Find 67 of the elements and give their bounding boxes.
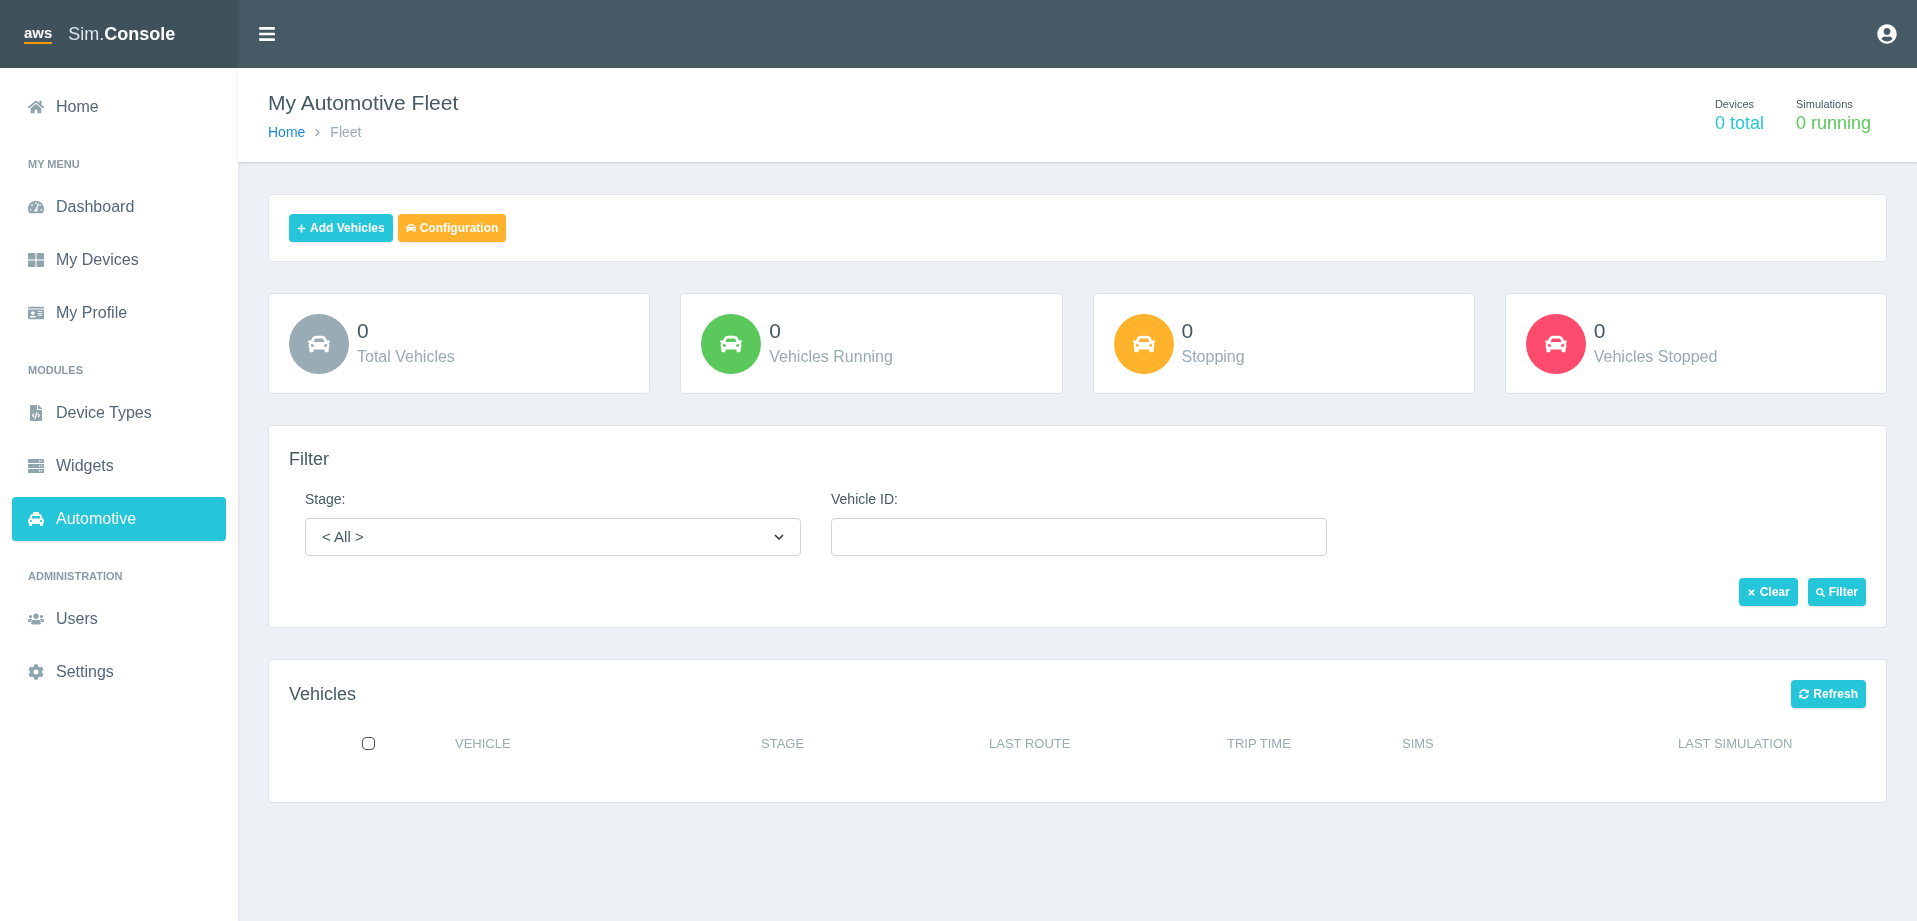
sidebar-item[interactable]: Widgets	[12, 443, 226, 488]
sidebar-item-label: My Profile	[56, 302, 128, 323]
stat-count: 0	[1181, 318, 1195, 345]
stat-label: Vehicles Running	[769, 346, 893, 367]
filter-title: Filter	[289, 448, 330, 471]
sidebar-item[interactable]: Users	[12, 596, 226, 641]
stack-icon	[28, 457, 44, 474]
sidebar-item-label: Users	[56, 608, 98, 629]
stat-label: Simulations	[1795, 96, 1854, 112]
column-header: VEHICLE	[455, 735, 511, 753]
aws-logo: aws	[24, 23, 53, 45]
refresh-icon	[1799, 689, 1810, 699]
stat-label: Vehicles Stopped	[1593, 346, 1718, 367]
close-icon	[1746, 587, 1756, 597]
home-icon	[28, 98, 44, 115]
select-all-checkbox[interactable]	[362, 737, 375, 751]
sidebar-item-label: My Devices	[56, 249, 139, 270]
sidebar-item[interactable]: Device Types	[12, 390, 226, 435]
sidebar-item[interactable]: My Devices	[12, 237, 226, 282]
sidebar-item[interactable]: Dashboard	[12, 184, 226, 229]
column-header: TRIP TIME	[1227, 735, 1291, 753]
plus-icon	[297, 223, 306, 233]
column-header: STAGE	[761, 735, 805, 753]
gauge-icon	[28, 198, 44, 215]
column-header: LAST SIMULATION	[1678, 735, 1793, 753]
breadcrumb-link[interactable]: Home	[268, 122, 306, 144]
stat-count: 0	[357, 318, 370, 345]
breadcrumb-current: Fleet	[330, 123, 362, 143]
grid-icon	[28, 251, 44, 268]
stat-value: 0 total	[1714, 112, 1764, 135]
stat-label: Stopping	[1181, 346, 1245, 367]
column-header: LAST ROUTE	[989, 735, 1071, 753]
caret-icon	[774, 534, 784, 540]
sidebar-item-label: Home	[56, 96, 99, 117]
column-header: SIMS	[1402, 735, 1434, 753]
sidebar-section-label: MODULES	[28, 364, 83, 376]
sidebar-item-label: Settings	[56, 661, 114, 682]
stat-count: 0	[1593, 318, 1607, 345]
stat-count: 0	[769, 318, 782, 345]
vehicle-id-field[interactable]	[831, 518, 1327, 556]
id-card-icon	[28, 304, 44, 321]
stage-label: Stage:	[305, 490, 347, 509]
file-code-icon	[28, 404, 44, 421]
sidebar-item-label: Device Types	[56, 402, 152, 423]
vehicle-id-label: Vehicle ID:	[831, 490, 899, 509]
stat-label: Total Vehicles	[357, 346, 455, 367]
settings-icon	[28, 663, 44, 680]
sidebar-item[interactable]: My Profile	[12, 290, 226, 335]
stage-select[interactable]: < All >	[305, 518, 801, 556]
sidebar-item-label: Automotive	[56, 508, 137, 529]
sidebar-item[interactable]: Settings	[12, 649, 226, 694]
brand-name: Sim.Console	[68, 22, 176, 46]
sidebar-item-label: Widgets	[56, 455, 114, 476]
car-icon	[28, 510, 44, 527]
sidebar-section-label: MY MENU	[28, 158, 80, 170]
page-title: My Automotive Fleet	[268, 89, 459, 116]
sidebar-item[interactable]: Home	[12, 84, 226, 129]
car-icon	[405, 223, 416, 233]
stat-label: Devices	[1714, 96, 1755, 112]
chevron-icon	[313, 128, 323, 138]
stat-value: 0 running	[1795, 112, 1871, 135]
menu-icon	[258, 25, 276, 43]
user-account-icon[interactable]	[1877, 24, 1897, 44]
search-icon	[1815, 587, 1825, 597]
sidebar-item-label: Dashboard	[56, 196, 135, 217]
vehicles-title: Vehicles	[289, 682, 357, 706]
sidebar-section-label: ADMINISTRATION	[28, 570, 123, 582]
